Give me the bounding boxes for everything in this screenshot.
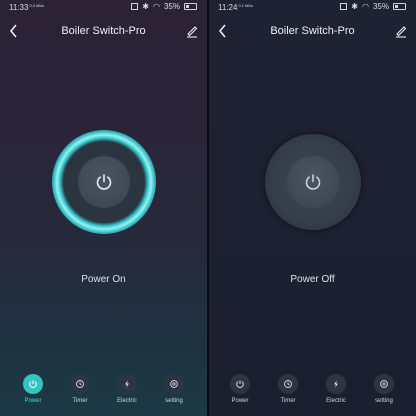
nav-timer[interactable]: Timer: [268, 374, 308, 404]
nav-electric[interactable]: Electric: [316, 374, 356, 404]
power-icon: [96, 174, 111, 190]
nav-timer-label: Timer: [280, 398, 296, 404]
power-icon: [29, 380, 37, 388]
network-speed: 0.1 kB/s: [238, 3, 253, 8]
power-button-area: [264, 134, 361, 230]
app-header: Boiler Switch-Pro: [0, 20, 207, 42]
wifi-icon: ◠: [362, 2, 369, 11]
status-bar: 11:240.1 kB/s ✱ ◠ 35%: [209, 0, 416, 14]
nav-power[interactable]: Power: [220, 374, 260, 404]
nav-electric-circle: [117, 374, 137, 394]
status-icons: ✱ ◠ 35%: [340, 2, 406, 11]
power-status-text: Power On: [81, 274, 126, 285]
power-icon: [236, 380, 244, 388]
lightning-icon: [334, 380, 338, 388]
battery-icon: [184, 3, 197, 10]
screenshot-comparison: 11:330.0 kB/s ✱ ◠ 35% Boiler Switch-Pro …: [0, 0, 416, 416]
nav-setting-circle: [164, 374, 184, 394]
nav-timer-circle: [70, 374, 90, 394]
power-ring-glow: [51, 130, 156, 234]
status-time: 11:330.0 kB/s: [9, 3, 44, 12]
nav-power-label: Power: [24, 398, 42, 404]
panel-power-off: 11:240.1 kB/s ✱ ◠ 35% Boiler Switch-Pro …: [209, 0, 416, 416]
page-title: Boiler Switch-Pro: [270, 25, 355, 37]
bluetooth-icon: ✱: [142, 2, 149, 11]
edit-icon[interactable]: [185, 24, 199, 38]
bottom-nav: Power Timer Electric setting: [209, 374, 416, 410]
power-status-text: Power Off: [290, 274, 335, 285]
panel-power-on: 11:330.0 kB/s ✱ ◠ 35% Boiler Switch-Pro …: [0, 0, 207, 416]
nav-setting-label: setting: [375, 398, 393, 404]
power-icon: [305, 174, 320, 190]
edit-icon[interactable]: [394, 24, 408, 38]
nav-power-circle: [230, 374, 250, 394]
nav-electric-label: Electric: [326, 398, 346, 404]
power-button-area: [51, 130, 156, 234]
status-icons: ✱ ◠ 35%: [131, 2, 197, 11]
nav-setting-circle: [374, 374, 394, 394]
nav-setting[interactable]: setting: [154, 374, 194, 404]
wifi-icon: ◠: [153, 2, 160, 11]
nav-setting[interactable]: setting: [364, 374, 404, 404]
power-ring: [264, 134, 361, 230]
timer-icon: [76, 380, 84, 388]
nav-electric-label: Electric: [117, 398, 137, 404]
app-header: Boiler Switch-Pro: [209, 20, 416, 42]
battery-icon: [393, 3, 406, 10]
bluetooth-icon: ✱: [351, 2, 358, 11]
status-time: 11:240.1 kB/s: [218, 3, 253, 12]
timer-icon: [284, 380, 292, 388]
notification-icon: [131, 3, 139, 10]
nav-power[interactable]: Power: [13, 374, 53, 404]
nav-power-circle: [23, 374, 43, 394]
nav-power-label: Power: [231, 398, 249, 404]
notification-icon: [340, 3, 348, 10]
power-button[interactable]: [77, 156, 130, 208]
nav-setting-label: setting: [165, 398, 183, 404]
network-speed: 0.0 kB/s: [29, 3, 44, 8]
nav-electric-circle: [326, 374, 346, 394]
battery-percent: 35%: [372, 2, 389, 11]
gear-icon: [380, 380, 388, 388]
nav-timer-circle: [278, 374, 298, 394]
nav-timer[interactable]: Timer: [60, 374, 100, 404]
status-bar: 11:330.0 kB/s ✱ ◠ 35%: [0, 0, 207, 14]
lightning-icon: [125, 380, 129, 388]
gear-icon: [170, 380, 178, 388]
nav-electric[interactable]: Electric: [107, 374, 147, 404]
bottom-nav: Power Timer Electric setting: [0, 374, 207, 410]
battery-percent: 35%: [163, 2, 180, 11]
nav-timer-label: Timer: [72, 398, 88, 404]
page-title: Boiler Switch-Pro: [61, 25, 146, 37]
power-button[interactable]: [286, 156, 339, 208]
